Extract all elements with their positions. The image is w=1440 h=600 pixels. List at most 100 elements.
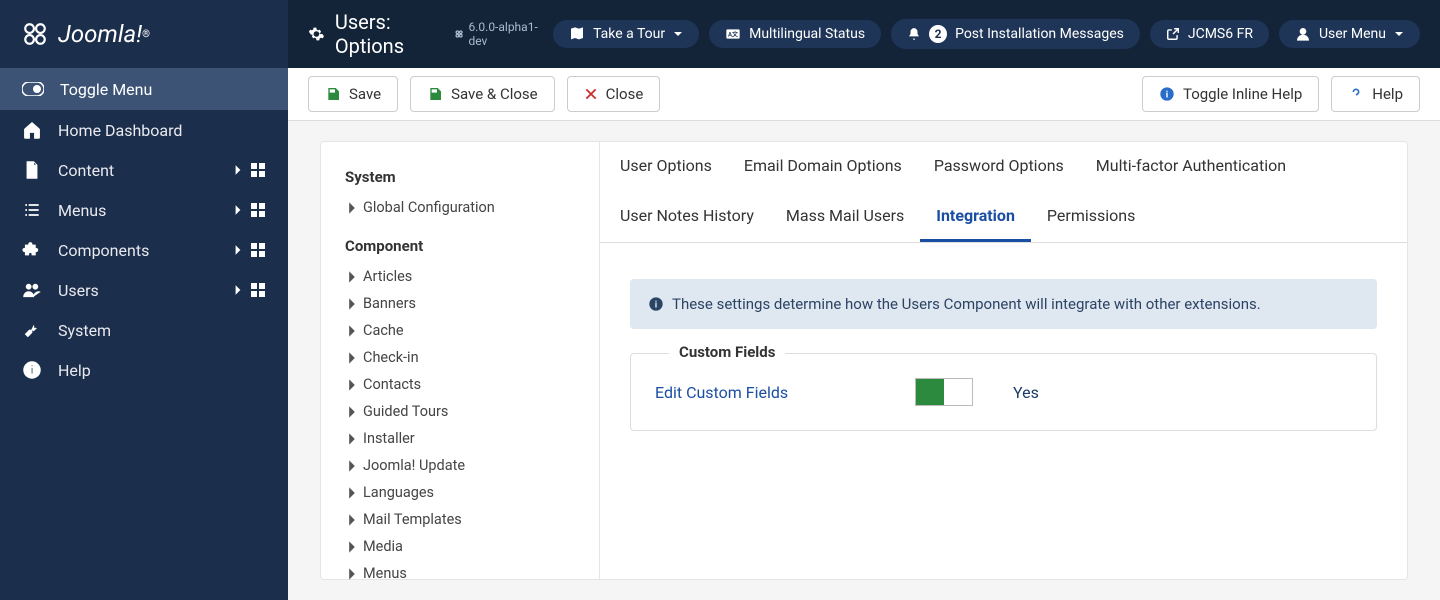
grid-icon[interactable]	[250, 162, 266, 178]
chevron-down-icon	[673, 29, 683, 39]
config-item-banners[interactable]: Banners	[345, 290, 575, 317]
info-banner: i These settings determine how the Users…	[630, 279, 1377, 329]
tabs-bar: User OptionsEmail Domain OptionsPassword…	[600, 142, 1407, 243]
close-icon	[584, 87, 598, 101]
brand-logo[interactable]: Joomla!®	[0, 0, 288, 68]
config-item-joomla-update[interactable]: Joomla! Update	[345, 452, 575, 479]
tab-user-options[interactable]: User Options	[604, 142, 728, 192]
bell-icon	[907, 27, 921, 41]
chevron-right-icon	[345, 513, 359, 527]
chevron-right-icon	[345, 567, 359, 581]
chevron-right-icon	[345, 378, 359, 392]
chevron-right-icon	[345, 432, 359, 446]
sidebar-item-label: System	[58, 321, 266, 340]
sidebar-item-help[interactable]: i Help	[0, 350, 288, 390]
sidebar: Joomla!® Toggle Menu Home Dashboard Conte…	[0, 0, 288, 600]
toggle-menu-button[interactable]: Toggle Menu	[0, 68, 288, 110]
chevron-down-icon	[1394, 29, 1404, 39]
tab-multi-factor-authentication[interactable]: Multi-factor Authentication	[1080, 142, 1302, 192]
config-item-contacts[interactable]: Contacts	[345, 371, 575, 398]
config-heading-component: Component	[345, 237, 575, 255]
joomla-mini-icon	[454, 28, 464, 40]
chevron-right-icon	[345, 405, 359, 419]
sidebar-item-components[interactable]: Components	[0, 230, 288, 270]
toggle-inline-help-button[interactable]: i Toggle Inline Help	[1142, 76, 1319, 112]
save-button[interactable]: Save	[308, 76, 398, 112]
sidebar-item-label: Users	[58, 281, 226, 300]
tab-user-notes-history[interactable]: User Notes History	[604, 192, 770, 242]
save-icon	[427, 86, 443, 102]
tab-container: User OptionsEmail Domain OptionsPassword…	[600, 141, 1408, 580]
tab-password-options[interactable]: Password Options	[918, 142, 1080, 192]
fieldset-legend: Custom Fields	[669, 343, 785, 361]
home-icon	[22, 120, 42, 140]
info-icon: i	[22, 360, 42, 380]
config-item-check-in[interactable]: Check-in	[345, 344, 575, 371]
svg-text:A文: A文	[728, 31, 739, 39]
chevron-right-icon	[345, 297, 359, 311]
grid-icon[interactable]	[250, 282, 266, 298]
tab-mass-mail-users[interactable]: Mass Mail Users	[770, 192, 920, 242]
edit-custom-fields-row: Edit Custom Fields Yes	[655, 378, 1352, 406]
grid-icon[interactable]	[250, 202, 266, 218]
joomla-icon	[22, 21, 48, 47]
toggle-menu-label: Toggle Menu	[60, 80, 152, 99]
user-menu-button[interactable]: User Menu	[1279, 20, 1420, 48]
content-area: System Global Configuration Component Ar…	[288, 121, 1440, 600]
action-toolbar: Save Save & Close Close i Toggle Inline …	[288, 68, 1440, 121]
config-item-menus[interactable]: Menus	[345, 560, 575, 587]
help-button[interactable]: Help	[1331, 76, 1420, 112]
config-item-media[interactable]: Media	[345, 533, 575, 560]
grid-icon[interactable]	[250, 242, 266, 258]
sidebar-item-content[interactable]: Content	[0, 150, 288, 190]
sidebar-item-users[interactable]: Users	[0, 270, 288, 310]
info-icon: i	[1159, 86, 1175, 102]
sidebar-item-system[interactable]: System	[0, 310, 288, 350]
sidebar-item-label: Help	[58, 361, 266, 380]
multilingual-button[interactable]: A文 Multilingual Status	[709, 20, 881, 48]
svg-text:i: i	[655, 299, 657, 310]
config-item-mail-templates[interactable]: Mail Templates	[345, 506, 575, 533]
chevron-right-icon	[232, 244, 244, 256]
svg-text:i: i	[1166, 89, 1168, 100]
sidebar-item-label: Menus	[58, 201, 226, 220]
toggle-value: Yes	[1013, 383, 1039, 402]
info-icon: i	[648, 296, 664, 312]
tab-email-domain-options[interactable]: Email Domain Options	[728, 142, 918, 192]
notification-count-badge: 2	[929, 25, 947, 43]
page-title: Users: Options	[308, 10, 444, 58]
close-button[interactable]: Close	[567, 76, 661, 112]
notifications-button[interactable]: 2 Post Installation Messages	[891, 19, 1140, 49]
edit-custom-fields-toggle[interactable]	[915, 378, 973, 406]
external-link-icon	[1166, 27, 1180, 41]
gear-icon	[308, 24, 325, 44]
chevron-right-icon	[345, 324, 359, 338]
config-item-installer[interactable]: Installer	[345, 425, 575, 452]
toggle-icon	[22, 82, 44, 96]
config-item-articles[interactable]: Articles	[345, 263, 575, 290]
topbar: Users: Options 6.0.0-alpha1-dev Take a T…	[288, 0, 1440, 68]
puzzle-icon	[22, 240, 42, 260]
tab-integration[interactable]: Integration	[920, 192, 1031, 242]
chevron-right-icon	[345, 540, 359, 554]
custom-fields-fieldset: Custom Fields Edit Custom Fields Yes	[630, 353, 1377, 431]
user-icon	[1295, 26, 1311, 42]
save-close-button[interactable]: Save & Close	[410, 76, 555, 112]
config-item-languages[interactable]: Languages	[345, 479, 575, 506]
chevron-right-icon	[345, 201, 359, 215]
config-item-guided-tours[interactable]: Guided Tours	[345, 398, 575, 425]
chevron-right-icon	[345, 486, 359, 500]
tab-permissions[interactable]: Permissions	[1031, 192, 1151, 242]
site-link-button[interactable]: JCMS6 FR	[1150, 20, 1269, 48]
config-item-cache[interactable]: Cache	[345, 317, 575, 344]
form-label: Edit Custom Fields	[655, 383, 875, 402]
version-chip: 6.0.0-alpha1-dev	[454, 20, 543, 48]
sidebar-item-label: Content	[58, 161, 226, 180]
users-icon	[22, 280, 42, 300]
config-item-global-configuration[interactable]: Global Configuration	[345, 194, 575, 221]
sidebar-item-home-dashboard[interactable]: Home Dashboard	[0, 110, 288, 150]
question-icon	[1348, 86, 1364, 102]
tab-body: i These settings determine how the Users…	[600, 243, 1407, 467]
sidebar-item-menus[interactable]: Menus	[0, 190, 288, 230]
take-tour-button[interactable]: Take a Tour	[553, 20, 699, 48]
